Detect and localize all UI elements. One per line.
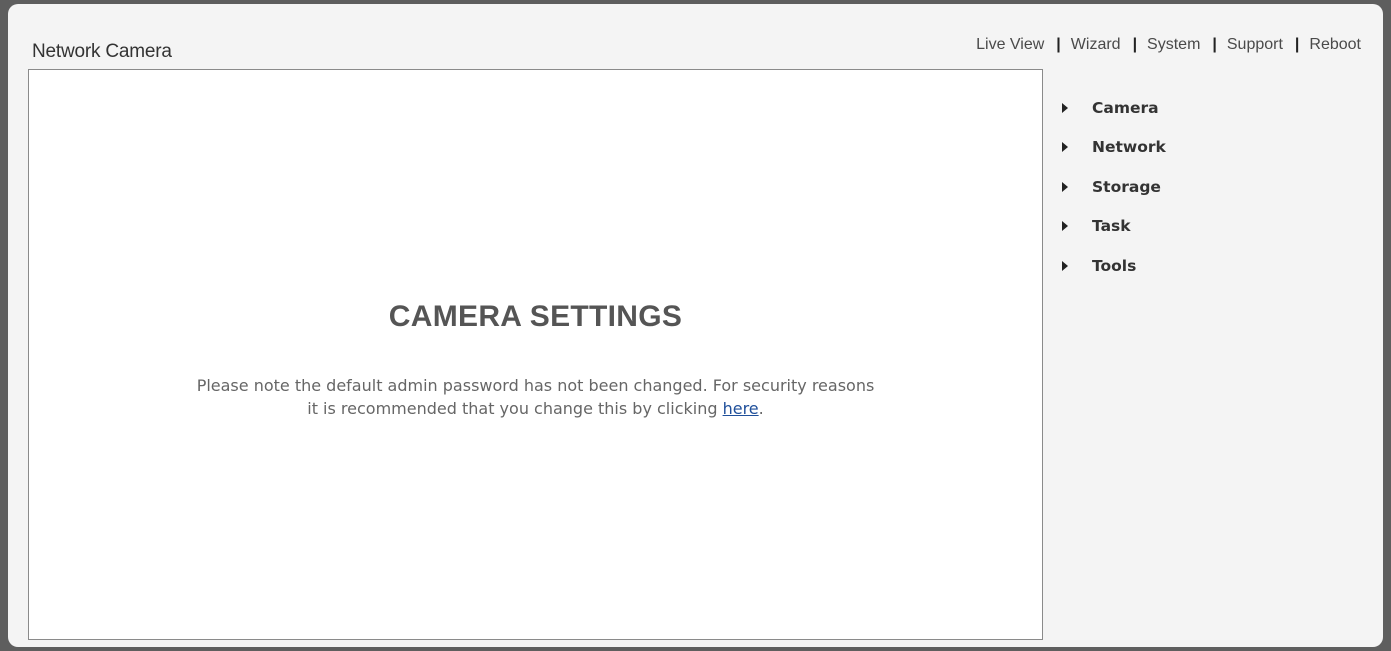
page-title: Network Camera xyxy=(32,41,172,62)
side-menu-item-task[interactable]: Task xyxy=(1060,207,1360,247)
nav-separator: | xyxy=(1294,36,1300,53)
screen-background: Network Camera Live View | Wizard | Syst… xyxy=(0,0,1391,651)
note-period: . xyxy=(758,399,764,418)
nav-separator: | xyxy=(1056,36,1061,53)
note-line-1: Please note the default admin password h… xyxy=(196,376,875,395)
nav-support-link[interactable]: Support xyxy=(1227,36,1283,54)
triangle-right-icon xyxy=(1062,102,1068,113)
side-menu-item-label: Task xyxy=(1092,217,1131,236)
app-frame: Network Camera Live View | Wizard | Syst… xyxy=(8,4,1383,647)
nav-system-link[interactable]: System xyxy=(1147,36,1200,54)
nav-separator: | xyxy=(1132,36,1138,53)
password-warning-note: Please note the default admin password h… xyxy=(29,374,1042,420)
note-line-2: it is recommended that you change this b… xyxy=(29,397,1042,420)
nav-reboot-link[interactable]: Reboot xyxy=(1309,36,1361,54)
nav-live-view-link[interactable]: Live View xyxy=(976,36,1044,54)
triangle-right-icon xyxy=(1062,260,1068,271)
content-heading: CAMERA SETTINGS xyxy=(388,300,683,333)
main-content-panel: CAMERA SETTINGS Please note the default … xyxy=(28,69,1043,640)
triangle-right-icon xyxy=(1062,221,1068,232)
nav-wizard-link[interactable]: Wizard xyxy=(1071,36,1121,54)
side-menu-item-network[interactable]: Network xyxy=(1060,128,1360,168)
side-menu-item-label: Camera xyxy=(1092,98,1159,117)
side-menu-item-tools[interactable]: Tools xyxy=(1060,246,1360,286)
side-menu-item-label: Tools xyxy=(1092,256,1137,275)
top-navigation: Live View | Wizard | System | Support | … xyxy=(976,36,1361,54)
change-password-link[interactable]: here xyxy=(723,399,759,418)
side-menu-item-label: Storage xyxy=(1092,177,1161,196)
side-menu-item-storage[interactable]: Storage xyxy=(1060,167,1360,207)
triangle-right-icon xyxy=(1062,142,1068,153)
nav-separator: | xyxy=(1212,36,1217,53)
side-menu-item-camera[interactable]: Camera xyxy=(1060,88,1360,128)
triangle-right-icon xyxy=(1062,181,1068,192)
note-line-2-text: it is recommended that you change this b… xyxy=(307,399,723,418)
side-menu: Camera Network Storage Task Tools xyxy=(1060,88,1360,286)
side-menu-item-label: Network xyxy=(1092,138,1166,157)
